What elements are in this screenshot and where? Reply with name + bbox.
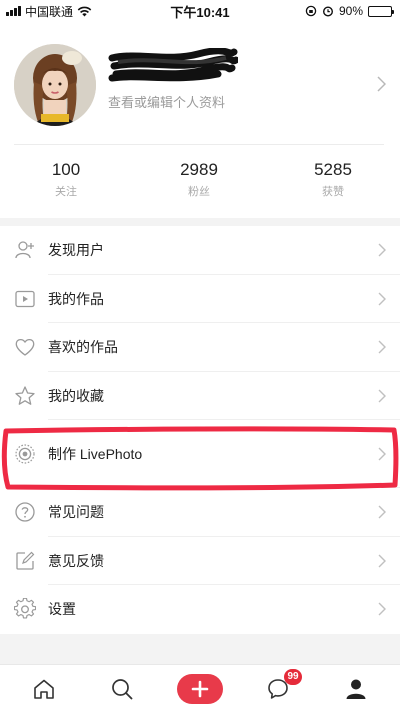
menu-label: 制作 LivePhoto xyxy=(48,446,143,462)
question-icon xyxy=(15,502,35,522)
menu-label: 我的作品 xyxy=(48,290,104,307)
menu-label: 发现用户 xyxy=(48,242,104,259)
battery-percent: 90% xyxy=(338,4,363,18)
tab-profile[interactable] xyxy=(326,665,386,711)
alarm-icon xyxy=(322,6,333,17)
stat-following[interactable]: 100 关注 xyxy=(16,160,116,199)
chevron-right-icon xyxy=(378,554,386,568)
stat-label: 粉丝 xyxy=(188,186,210,198)
menu-item-my-works[interactable]: 我的作品 xyxy=(0,275,400,324)
menu-item-settings[interactable]: 设置 xyxy=(0,585,400,634)
chevron-right-icon xyxy=(378,243,386,257)
tab-create[interactable] xyxy=(170,665,230,711)
search-icon xyxy=(112,678,133,699)
stat-label: 获赞 xyxy=(322,186,344,198)
status-bar: 中国联通 下午10:41 90% xyxy=(0,0,400,22)
home-icon xyxy=(34,679,54,699)
signal-icon xyxy=(6,6,21,16)
edit-icon xyxy=(16,551,35,570)
menu-item-favorites[interactable]: 我的收藏 xyxy=(0,372,400,421)
avatar[interactable] xyxy=(14,44,96,126)
menu-item-liked-works[interactable]: 喜欢的作品 xyxy=(0,323,400,372)
message-badge: 99 xyxy=(284,669,302,685)
chevron-right-icon xyxy=(377,76,386,92)
divider xyxy=(14,144,384,145)
stat-label: 关注 xyxy=(55,186,77,198)
tab-bar: 99 xyxy=(0,664,400,711)
chevron-right-icon xyxy=(378,389,386,403)
tab-search[interactable] xyxy=(92,665,152,711)
heart-icon xyxy=(15,339,35,357)
menu-item-feedback[interactable]: 意见反馈 xyxy=(0,537,400,586)
profile-card[interactable]: 查看或编辑个人资料 100 关注 2989 粉丝 5285 获赞 xyxy=(0,22,400,218)
menu-label: 我的收藏 xyxy=(48,387,104,404)
menu-label: 设置 xyxy=(48,601,76,618)
play-icon xyxy=(15,290,35,307)
menu-item-discover-users[interactable]: 发现用户 xyxy=(0,226,400,275)
chevron-right-icon xyxy=(378,602,386,616)
name-redaction xyxy=(108,48,238,82)
stat-value: 100 xyxy=(51,160,81,179)
chevron-right-icon xyxy=(378,292,386,306)
chevron-right-icon xyxy=(378,505,386,519)
add-user-icon xyxy=(15,241,34,259)
chevron-right-icon xyxy=(378,447,386,461)
stat-followers[interactable]: 2989 粉丝 xyxy=(149,160,249,199)
livephoto-icon xyxy=(15,444,35,464)
menu-label: 常见问题 xyxy=(48,504,104,521)
star-icon xyxy=(15,386,35,405)
stats-row: 100 关注 2989 粉丝 5285 获赞 xyxy=(0,160,400,204)
edit-profile-link[interactable]: 查看或编辑个人资料 xyxy=(108,92,225,111)
stat-likes[interactable]: 5285 获赞 xyxy=(283,160,383,199)
chevron-right-icon xyxy=(378,340,386,354)
plus-icon xyxy=(177,673,223,704)
profile-icon xyxy=(346,679,366,699)
tab-messages[interactable]: 99 xyxy=(248,665,308,711)
menu-label: 意见反馈 xyxy=(48,552,104,569)
menu-item-faq[interactable]: 常见问题 xyxy=(0,488,400,537)
settings-menu: 发现用户 我的作品 喜欢的作品 我的收藏 制作 LivePhoto 常见问题 意… xyxy=(0,226,400,634)
wifi-icon xyxy=(77,6,92,16)
stat-value: 2989 xyxy=(180,160,218,179)
battery-icon xyxy=(368,5,394,17)
menu-item-make-livephoto[interactable]: 制作 LivePhoto xyxy=(0,420,400,488)
stat-value: 5285 xyxy=(314,160,352,179)
orientation-lock-icon xyxy=(305,5,317,17)
menu-label: 喜欢的作品 xyxy=(48,339,118,356)
tab-home[interactable] xyxy=(14,665,74,711)
carrier-label: 中国联通 xyxy=(25,4,74,19)
gear-icon xyxy=(14,598,36,619)
